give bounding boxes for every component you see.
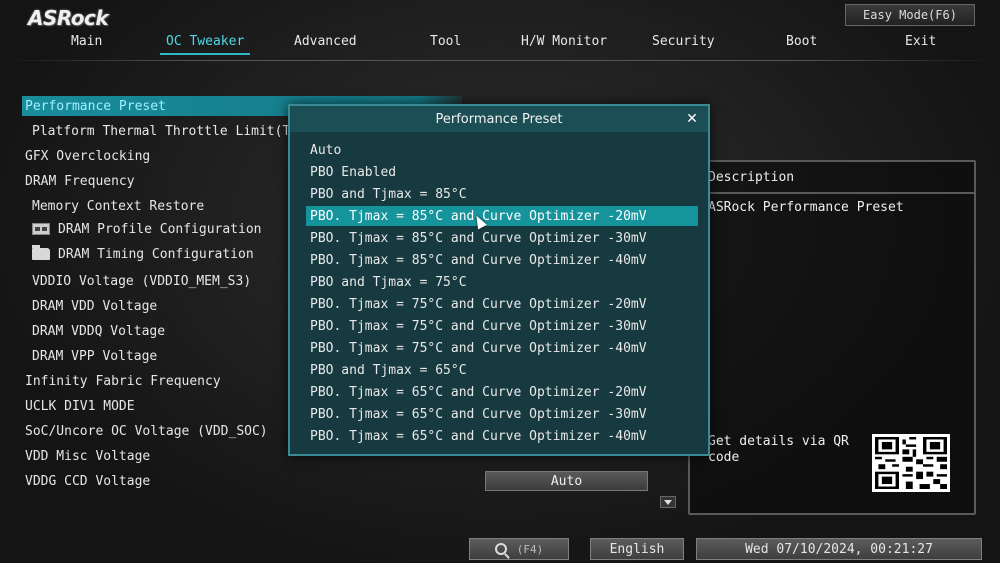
tab-divider <box>0 60 1000 61</box>
preset-option[interactable]: PBO. Tjmax = 75°C and Curve Optimizer -3… <box>306 316 698 336</box>
vddg-ccd-voltage-value[interactable]: Auto <box>485 471 648 491</box>
preset-option[interactable]: PBO and Tjmax = 85°C <box>306 184 698 204</box>
preset-option[interactable]: PBO. Tjmax = 65°C and Curve Optimizer -4… <box>306 426 698 446</box>
qr-code-icon <box>872 434 950 492</box>
preset-option[interactable]: PBO. Tjmax = 75°C and Curve Optimizer -2… <box>306 294 698 314</box>
menu-item-dram-vddq-voltage[interactable]: DRAM VDDQ Voltage <box>32 321 165 341</box>
menu-item-dram-profile-configuration[interactable]: DRAM Profile Configuration <box>32 219 262 239</box>
menu-item-label: Memory Context Restore <box>32 198 205 214</box>
preset-option[interactable]: PBO Enabled <box>306 162 698 182</box>
scroll-down-arrow-icon[interactable] <box>660 496 676 508</box>
menu-item-platform-thermal-throttle-limit[interactable]: Platform Thermal Throttle Limit(TCTL) <box>32 121 322 141</box>
menu-item-label: DRAM Profile Configuration <box>58 221 262 237</box>
menu-item-dram-timing-configuration[interactable]: DRAM Timing Configuration <box>32 244 254 264</box>
search-shortcut: (F4) <box>516 542 544 556</box>
tab-security[interactable]: Security <box>652 34 715 49</box>
menu-item-label: VDDG CCD Voltage <box>25 473 151 489</box>
menu-item-vddg-ccd-voltage[interactable]: VDDG CCD Voltage <box>25 471 150 491</box>
menu-item-gfx-overclocking[interactable]: GFX Overclocking <box>25 146 150 166</box>
menu-item-memory-context-restore[interactable]: Memory Context Restore <box>32 196 204 216</box>
tab-main[interactable]: Main <box>71 34 102 49</box>
menu-item-dram-vpp-voltage[interactable]: DRAM VPP Voltage <box>32 346 157 366</box>
preset-option[interactable]: PBO. Tjmax = 75°C and Curve Optimizer -4… <box>306 338 698 358</box>
performance-preset-popup: Performance Preset ✕ Auto PBO Enabled PB… <box>288 104 710 456</box>
easy-mode-button[interactable]: Easy Mode(F6) <box>845 4 975 26</box>
menu-item-label: Performance Preset <box>25 98 166 114</box>
close-icon[interactable]: ✕ <box>684 111 700 127</box>
menu-item-label: DRAM VDDQ Voltage <box>32 323 166 339</box>
search-icon <box>494 543 507 555</box>
menu-item-uclk-div1-mode[interactable]: UCLK DIV1 MODE <box>25 396 135 416</box>
menu-item-label: SoC/Uncore OC Voltage (VDD_SOC) <box>25 423 268 439</box>
tab-exit[interactable]: Exit <box>905 34 936 49</box>
tab-advanced[interactable]: Advanced <box>294 34 357 49</box>
memory-chip-icon <box>32 223 50 235</box>
menu-item-label: DRAM Timing Configuration <box>58 246 254 262</box>
tab-tool[interactable]: Tool <box>430 34 461 49</box>
description-text: ASRock Performance Preset <box>708 200 904 215</box>
preset-option[interactable]: PBO and Tjmax = 75°C <box>306 272 698 292</box>
menu-item-label: UCLK DIV1 MODE <box>25 398 135 414</box>
qr-caption: Get details via QR code <box>708 434 849 465</box>
preset-option[interactable]: PBO. Tjmax = 65°C and Curve Optimizer -3… <box>306 404 698 424</box>
menu-item-label: GFX Overclocking <box>25 148 151 164</box>
folder-icon <box>32 245 50 260</box>
menu-item-vddio-voltage[interactable]: VDDIO Voltage (VDDIO_MEM_S3) <box>32 271 251 291</box>
asrock-logo: ASRock <box>28 6 109 30</box>
menu-item-label: Platform Thermal Throttle Limit(TCTL) <box>32 123 322 139</box>
menu-item-label: VDD Misc Voltage <box>25 448 151 464</box>
menu-item-dram-frequency[interactable]: DRAM Frequency <box>25 171 135 191</box>
description-header: Description <box>690 162 974 194</box>
preset-option[interactable]: PBO. Tjmax = 85°C and Curve Optimizer -4… <box>306 250 698 270</box>
language-button[interactable]: English <box>590 538 684 560</box>
menu-item-soc-uncore-oc-voltage[interactable]: SoC/Uncore OC Voltage (VDD_SOC) <box>25 421 268 441</box>
tab-boot[interactable]: Boot <box>786 34 817 49</box>
preset-option[interactable]: PBO and Tjmax = 65°C <box>306 360 698 380</box>
search-button[interactable]: (F4) <box>469 538 569 560</box>
preset-option[interactable]: PBO. Tjmax = 85°C and Curve Optimizer -3… <box>306 228 698 248</box>
preset-option[interactable]: PBO. Tjmax = 65°C and Curve Optimizer -2… <box>306 382 698 402</box>
preset-option[interactable]: Auto <box>306 140 698 160</box>
menu-item-label: DRAM VDD Voltage <box>32 298 158 314</box>
description-panel: Description ASRock Performance Preset Ge… <box>688 160 976 515</box>
menu-item-label: VDDIO Voltage (VDDIO_MEM_S3) <box>32 273 252 289</box>
preset-option-selected[interactable]: PBO. Tjmax = 85°C and Curve Optimizer -2… <box>306 206 698 226</box>
popup-title: Performance Preset <box>290 106 708 132</box>
menu-item-label: DRAM Frequency <box>25 173 135 189</box>
menu-item-label: DRAM VPP Voltage <box>32 348 158 364</box>
tab-oc-tweaker[interactable]: OC Tweaker <box>159 34 251 55</box>
menu-item-infinity-fabric-frequency[interactable]: Infinity Fabric Frequency <box>25 371 221 391</box>
bottom-bar: (F4) English Wed 07/10/2024, 00:21:27 <box>0 538 1000 563</box>
menu-item-label: Infinity Fabric Frequency <box>25 373 221 389</box>
menu-item-vdd-misc-voltage[interactable]: VDD Misc Voltage <box>25 446 150 466</box>
main-tabs: Main OC Tweaker Advanced Tool H/W Monito… <box>0 34 1000 56</box>
menu-item-dram-vdd-voltage[interactable]: DRAM VDD Voltage <box>32 296 157 316</box>
datetime-display: Wed 07/10/2024, 00:21:27 <box>696 538 982 560</box>
tab-hw-monitor[interactable]: H/W Monitor <box>521 34 607 49</box>
